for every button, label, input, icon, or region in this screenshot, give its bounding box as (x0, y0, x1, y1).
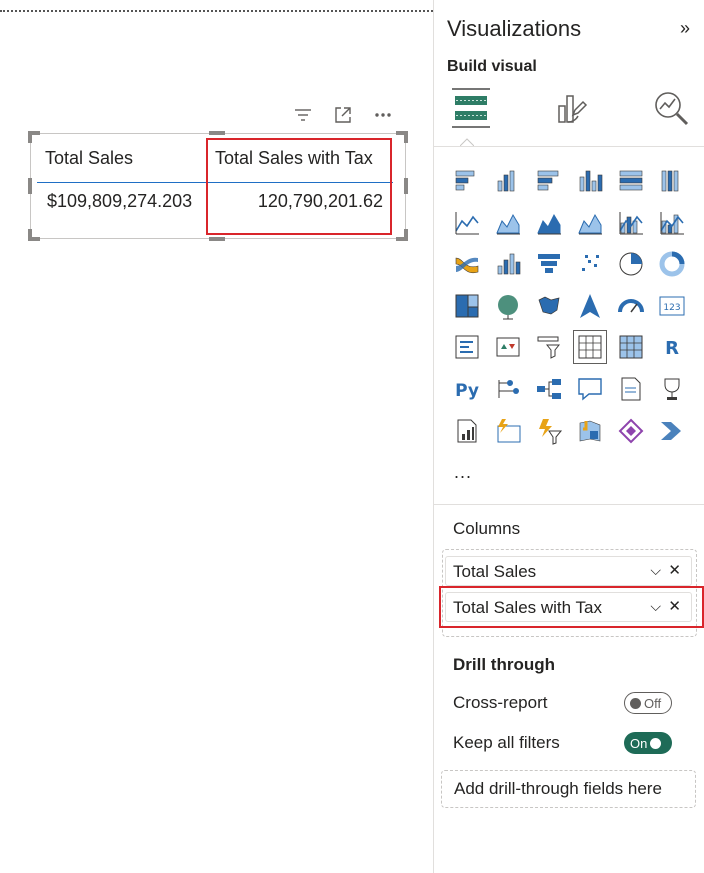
kpi-icon[interactable] (491, 330, 525, 364)
toggle-knob (630, 697, 641, 709)
power-automate-icon[interactable] (532, 414, 566, 448)
waterfall-chart-icon[interactable] (491, 247, 525, 281)
azure-card-icon[interactable] (491, 414, 525, 448)
resize-handle[interactable] (28, 178, 32, 194)
cross-report-label: Cross-report (453, 693, 548, 712)
stacked-column-chart-icon[interactable] (491, 164, 525, 198)
format-visual-icon[interactable] (546, 84, 596, 132)
metrics-icon[interactable] (655, 372, 689, 406)
paginated-report-icon[interactable] (450, 414, 484, 448)
highlight-box (206, 138, 392, 235)
collapse-pane-icon[interactable]: » (680, 18, 690, 39)
qa-icon[interactable] (573, 372, 607, 406)
report-canvas[interactable]: Total Sales Total Sales with Tax $109,80… (0, 0, 433, 873)
tab-caret (460, 138, 474, 146)
build-visual-icon[interactable] (446, 84, 496, 132)
pane-title: Visualizations (447, 16, 582, 41)
toggle-knob (650, 737, 662, 749)
keep-all-filters-label: Keep all filters (453, 733, 560, 752)
resize-handle[interactable] (209, 237, 225, 241)
analytics-icon[interactable] (646, 84, 696, 132)
more-options-icon[interactable] (372, 104, 394, 126)
python-visual-icon[interactable]: Py (450, 372, 484, 406)
filled-map-icon[interactable] (532, 289, 566, 323)
remove-field-icon[interactable]: ✕ (668, 561, 681, 579)
line-chart-icon[interactable] (450, 206, 484, 240)
visual-type-grid: 123 R Py (450, 164, 689, 448)
clustered-bar-chart-icon[interactable] (532, 164, 566, 198)
pie-chart-icon[interactable] (614, 247, 648, 281)
cell-total-sales: $109,809,274.203 (47, 191, 193, 211)
field-label: Total Sales (453, 562, 537, 581)
slicer-icon[interactable] (532, 330, 566, 364)
resize-handle[interactable] (28, 131, 32, 143)
columns-label: Columns (453, 519, 521, 538)
chevron-down-icon[interactable]: ⌵ (650, 562, 661, 579)
visual-header (292, 104, 394, 126)
stacked-area-chart-icon[interactable] (532, 206, 566, 240)
matrix-icon[interactable] (614, 330, 648, 364)
field-total-sales[interactable]: Total Sales ⌵ ✕ (445, 556, 692, 586)
pane-tabs (446, 84, 696, 132)
more-visuals-button[interactable]: ... (454, 462, 472, 483)
build-visual-label: Build visual (447, 58, 537, 75)
map-icon[interactable] (491, 289, 525, 323)
100-stacked-column-chart-icon[interactable] (655, 164, 689, 198)
cross-report-toggle[interactable]: Off (624, 692, 672, 714)
scatter-chart-icon[interactable] (573, 247, 607, 281)
add-drill-through-field[interactable]: Add drill-through fields here (441, 770, 696, 808)
filter-icon[interactable] (292, 104, 314, 126)
svg-text:Py: Py (455, 381, 479, 401)
divider (434, 504, 704, 505)
decomposition-tree-icon[interactable] (532, 372, 566, 406)
resize-handle[interactable] (404, 178, 408, 194)
focus-mode-icon[interactable] (332, 104, 354, 126)
toggle-state: On (630, 735, 648, 751)
100-stacked-area-chart-icon[interactable] (573, 206, 607, 240)
power-apps-icon[interactable] (614, 414, 648, 448)
funnel-chart-icon[interactable] (532, 247, 566, 281)
card-icon[interactable]: 123 (655, 289, 689, 323)
ribbon-chart-icon[interactable] (450, 247, 484, 281)
resize-handle[interactable] (28, 229, 32, 241)
azure-map-icon[interactable] (573, 289, 607, 323)
toggle-state: Off (644, 695, 662, 711)
visualizations-pane: Visualizations » Build visual 123 R Py ...… (433, 0, 704, 873)
100-stacked-bar-chart-icon[interactable] (614, 164, 648, 198)
area-chart-icon[interactable] (491, 206, 525, 240)
donut-chart-icon[interactable] (655, 247, 689, 281)
resize-handle[interactable] (404, 131, 408, 143)
line-and-clustered-column-chart-icon[interactable] (655, 206, 689, 240)
arcgis-map-icon[interactable] (573, 414, 607, 448)
key-influencers-icon[interactable] (491, 372, 525, 406)
resize-handle[interactable] (404, 229, 408, 241)
gauge-icon[interactable] (614, 289, 648, 323)
treemap-icon[interactable] (450, 289, 484, 323)
clustered-column-chart-icon[interactable] (573, 164, 607, 198)
svg-text:123: 123 (663, 303, 680, 313)
highlight-box (439, 586, 704, 628)
multi-row-card-icon[interactable] (450, 330, 484, 364)
column-header-total-sales[interactable]: Total Sales (45, 148, 133, 169)
divider (434, 146, 704, 147)
svg-text:R: R (665, 338, 679, 359)
page-boundary (0, 10, 433, 12)
smart-narrative-icon[interactable] (614, 372, 648, 406)
resize-handle[interactable] (209, 131, 225, 135)
keep-all-filters-toggle[interactable]: On (624, 732, 672, 754)
line-and-stacked-column-chart-icon[interactable] (614, 206, 648, 240)
table-icon[interactable] (573, 330, 607, 365)
stacked-bar-chart-icon[interactable] (450, 164, 484, 198)
power-automate-arrow-icon[interactable] (655, 414, 689, 448)
drill-through-title: Drill through (453, 655, 555, 674)
r-visual-icon[interactable]: R (655, 330, 689, 364)
